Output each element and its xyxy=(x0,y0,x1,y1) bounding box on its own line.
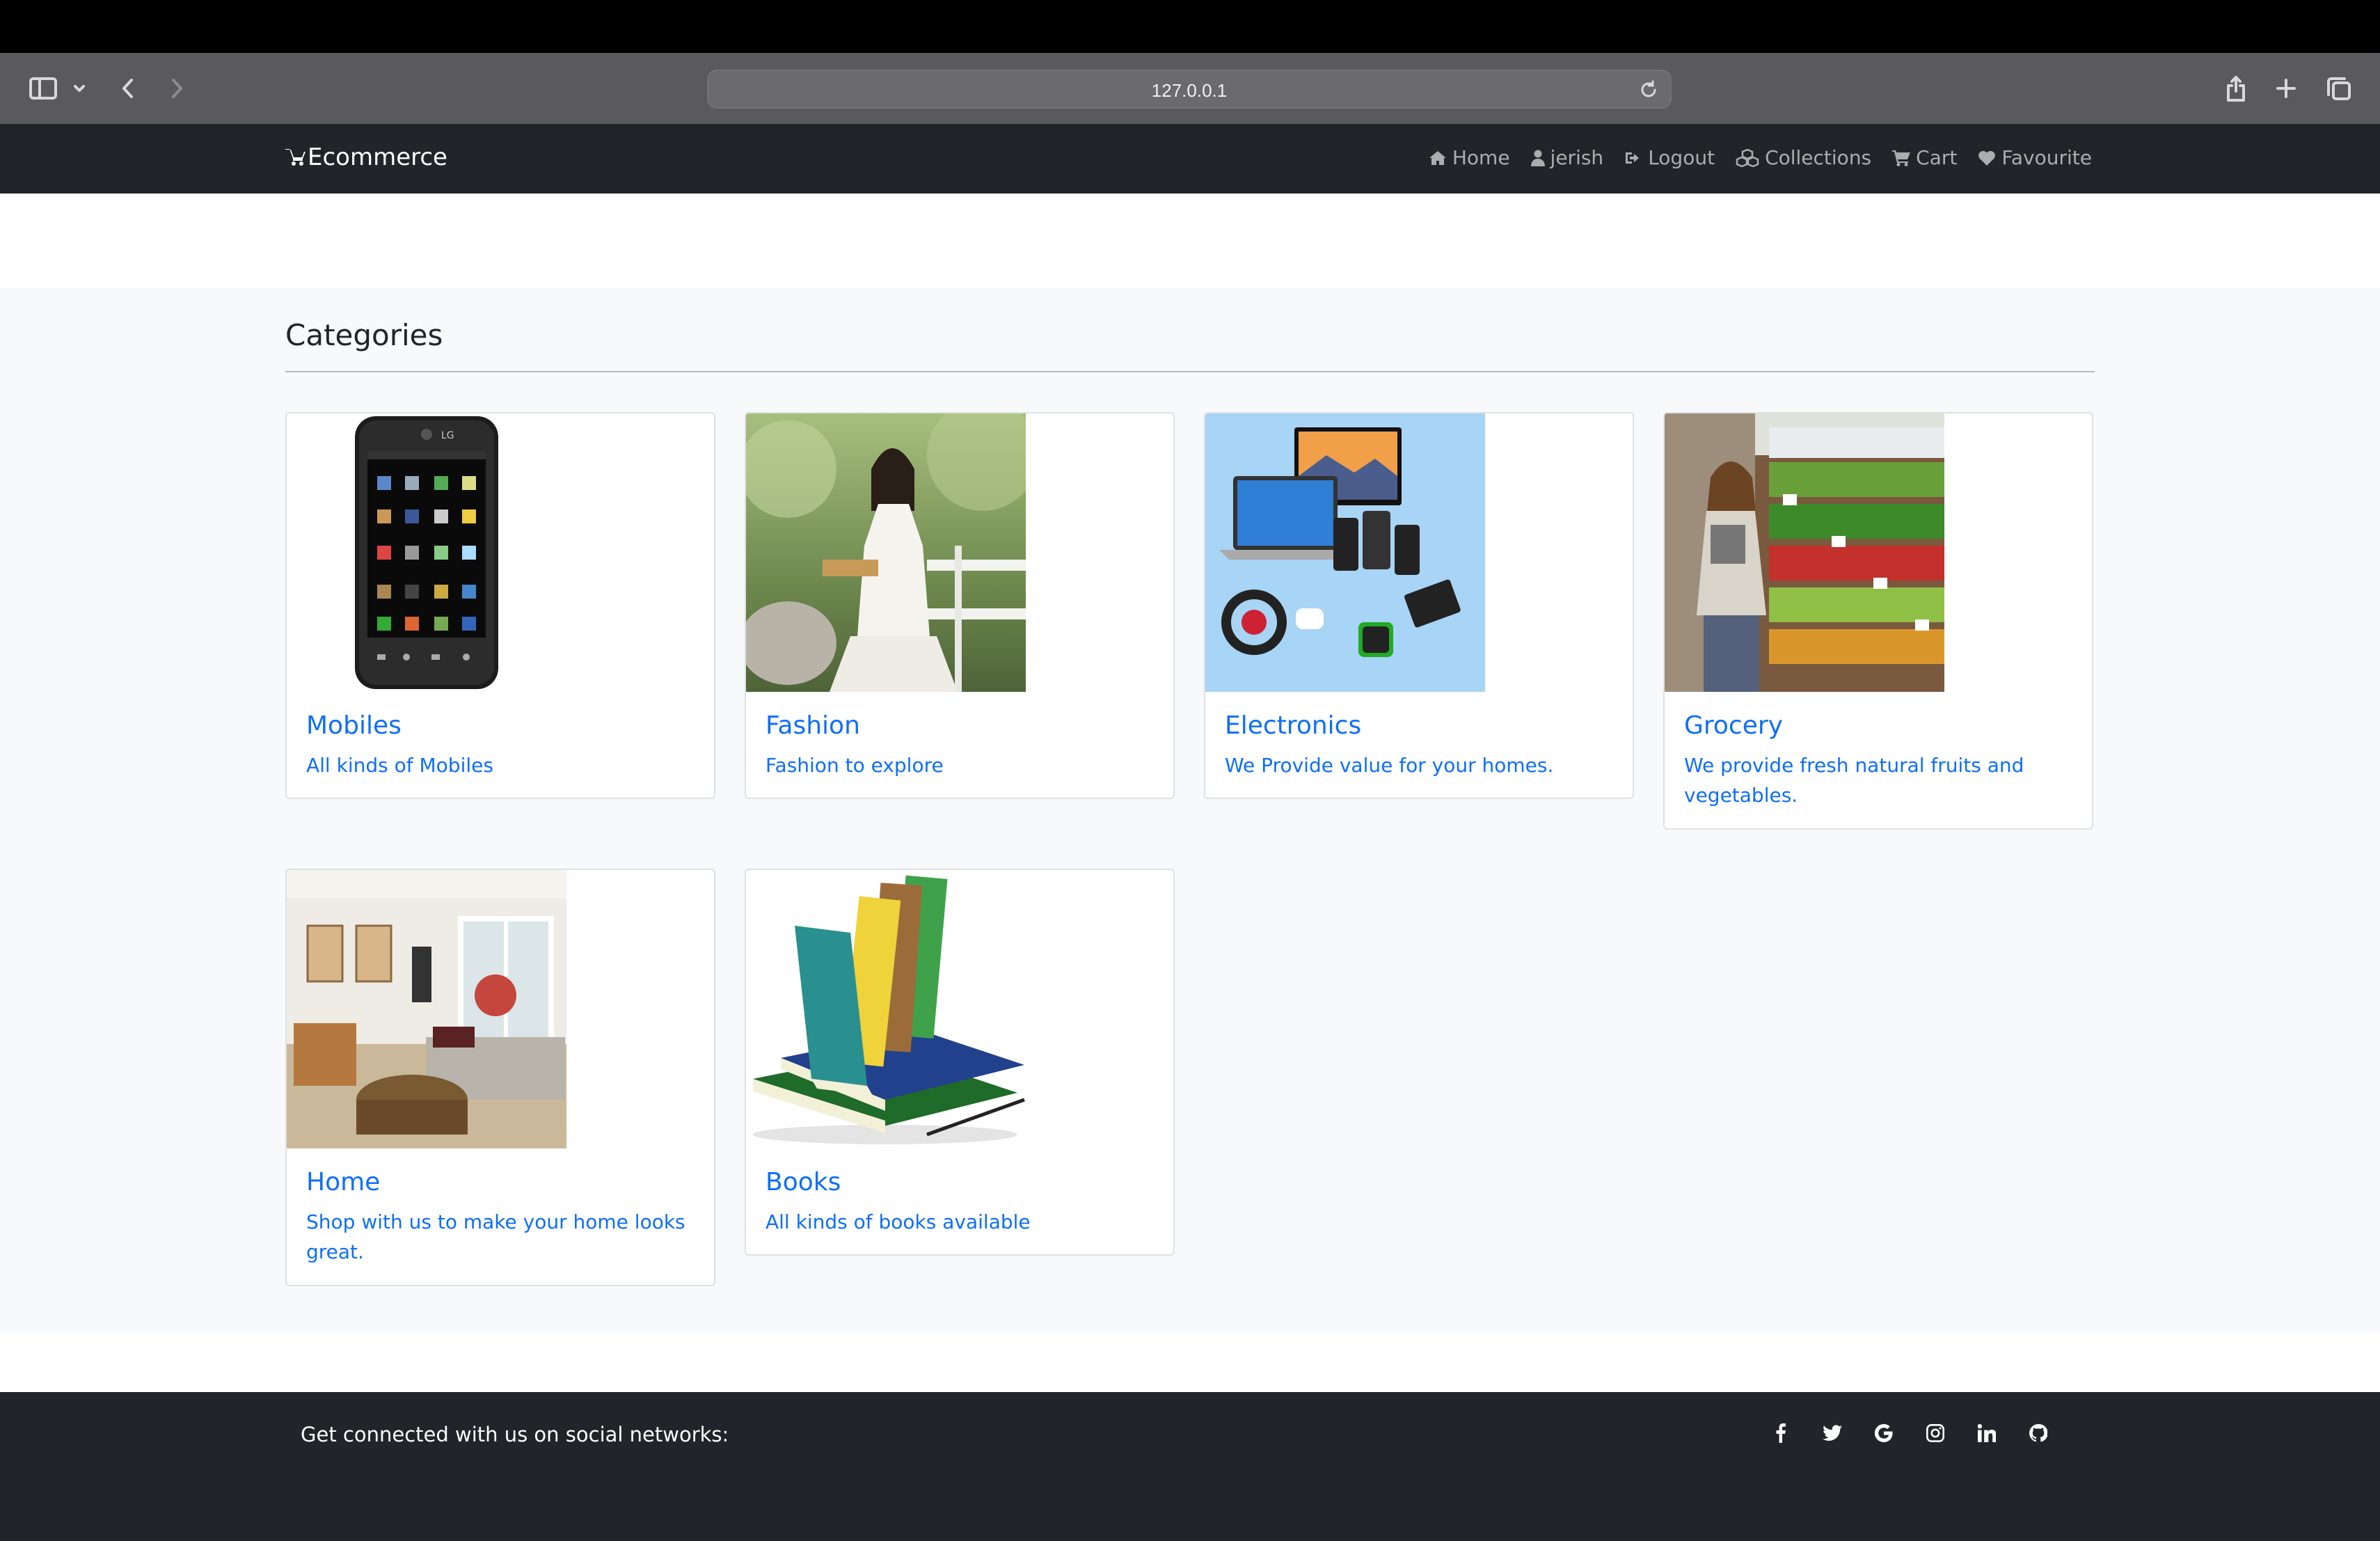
sidebar-toggle-icon[interactable] xyxy=(26,74,60,103)
github-icon[interactable] xyxy=(2026,1421,2050,1445)
browser-toolbar: 127.0.0.1 xyxy=(0,53,2380,124)
google-icon[interactable] xyxy=(1872,1421,1896,1445)
category-title[interactable]: Electronics xyxy=(1225,711,1361,740)
nav-cart-label: Cart xyxy=(1916,146,1958,169)
category-card-electronics[interactable]: Electronics We Provide value for your ho… xyxy=(1204,412,1634,799)
tab-overview-icon[interactable] xyxy=(2324,74,2354,103)
cubes-icon xyxy=(1736,148,1759,167)
nav-user-label: jerish xyxy=(1550,146,1604,169)
nav-collections-label: Collections xyxy=(1765,146,1872,169)
living-room-image[interactable] xyxy=(287,870,566,1148)
nav-collections[interactable]: Collections xyxy=(1736,146,1871,169)
new-tab-plus-icon[interactable] xyxy=(2271,74,2301,103)
url-text: 127.0.0.1 xyxy=(1151,80,1228,101)
woman-white-dress-image[interactable] xyxy=(746,413,1026,692)
category-title[interactable]: Mobiles xyxy=(306,711,402,740)
category-card-mobiles[interactable]: LG Mobiles All kinds of Mobiles xyxy=(285,412,715,799)
electronics-devices-image[interactable] xyxy=(1205,413,1485,692)
screen-top-bezel xyxy=(0,0,2380,53)
nav-home-label: Home xyxy=(1452,146,1510,169)
nav-cart[interactable]: Cart xyxy=(1892,146,1957,169)
chevron-down-icon[interactable] xyxy=(71,74,88,103)
social-links xyxy=(1769,1421,2050,1445)
reload-icon[interactable] xyxy=(1638,79,1659,103)
nav-favourite[interactable]: Favourite xyxy=(1978,146,2092,169)
cart-icon xyxy=(1892,150,1911,166)
home-icon xyxy=(1429,150,1446,165)
category-title[interactable]: Home xyxy=(306,1168,380,1196)
category-description: All kinds of Mobiles xyxy=(306,754,493,777)
category-card-grocery[interactable]: Grocery We provide fresh natural fruits … xyxy=(1663,412,2093,830)
category-card-home[interactable]: Home Shop with us to make your home look… xyxy=(285,869,715,1286)
category-card-books[interactable]: Books All kinds of books available xyxy=(745,869,1175,1256)
category-description: We provide fresh natural fruits and vege… xyxy=(1684,754,2024,807)
back-arrow-icon[interactable] xyxy=(117,74,139,103)
twitter-icon[interactable] xyxy=(1820,1421,1844,1445)
nav-favourite-label: Favourite xyxy=(2001,146,2092,169)
instagram-icon[interactable] xyxy=(1923,1421,1947,1445)
nav-logout-label: Logout xyxy=(1648,146,1715,169)
heading-divider xyxy=(285,371,2095,372)
category-description: Shop with us to make your home looks gre… xyxy=(306,1210,685,1263)
category-description: We Provide value for your homes. xyxy=(1225,754,1554,777)
category-title[interactable]: Fashion xyxy=(765,711,860,740)
linkedin-icon[interactable] xyxy=(1975,1421,1999,1445)
mobile-phone-image[interactable]: LG xyxy=(287,413,566,692)
nav-user[interactable]: jerish xyxy=(1530,146,1604,169)
category-card-fashion[interactable]: Fashion Fashion to explore xyxy=(745,412,1175,799)
forward-arrow-icon[interactable] xyxy=(166,74,188,103)
nav-home[interactable]: Home xyxy=(1429,146,1510,169)
heart-icon xyxy=(1978,150,1996,166)
category-title[interactable]: Books xyxy=(765,1168,841,1196)
brand-name: Ecommerce xyxy=(308,143,447,171)
facebook-icon[interactable] xyxy=(1769,1421,1793,1445)
stack-of-books-image[interactable] xyxy=(746,870,1026,1148)
user-icon xyxy=(1530,150,1545,166)
category-description: Fashion to explore xyxy=(765,754,944,777)
footer: Get connected with us on social networks… xyxy=(0,1392,2380,1541)
nav-links: Home jerish Logout Collections Cart Favo… xyxy=(1429,146,2092,169)
cart-icon xyxy=(285,149,306,166)
share-icon[interactable] xyxy=(2221,74,2251,103)
svg-text:LG: LG xyxy=(441,430,454,441)
address-bar[interactable]: 127.0.0.1 xyxy=(707,70,1672,109)
category-title[interactable]: Grocery xyxy=(1684,711,1783,740)
category-description: All kinds of books available xyxy=(765,1210,1031,1233)
nav-logout[interactable]: Logout xyxy=(1624,146,1715,169)
navbar: Ecommerce Home jerish Logout Collections xyxy=(0,124,2380,193)
footer-social-text: Get connected with us on social networks… xyxy=(301,1423,729,1446)
sign-out-icon xyxy=(1626,152,1640,164)
brand-link[interactable]: Ecommerce xyxy=(285,143,447,171)
grocery-shelves-image[interactable] xyxy=(1665,413,1944,692)
categories-heading: Categories xyxy=(285,318,443,352)
web-page: Ecommerce Home jerish Logout Collections xyxy=(0,124,2380,1541)
